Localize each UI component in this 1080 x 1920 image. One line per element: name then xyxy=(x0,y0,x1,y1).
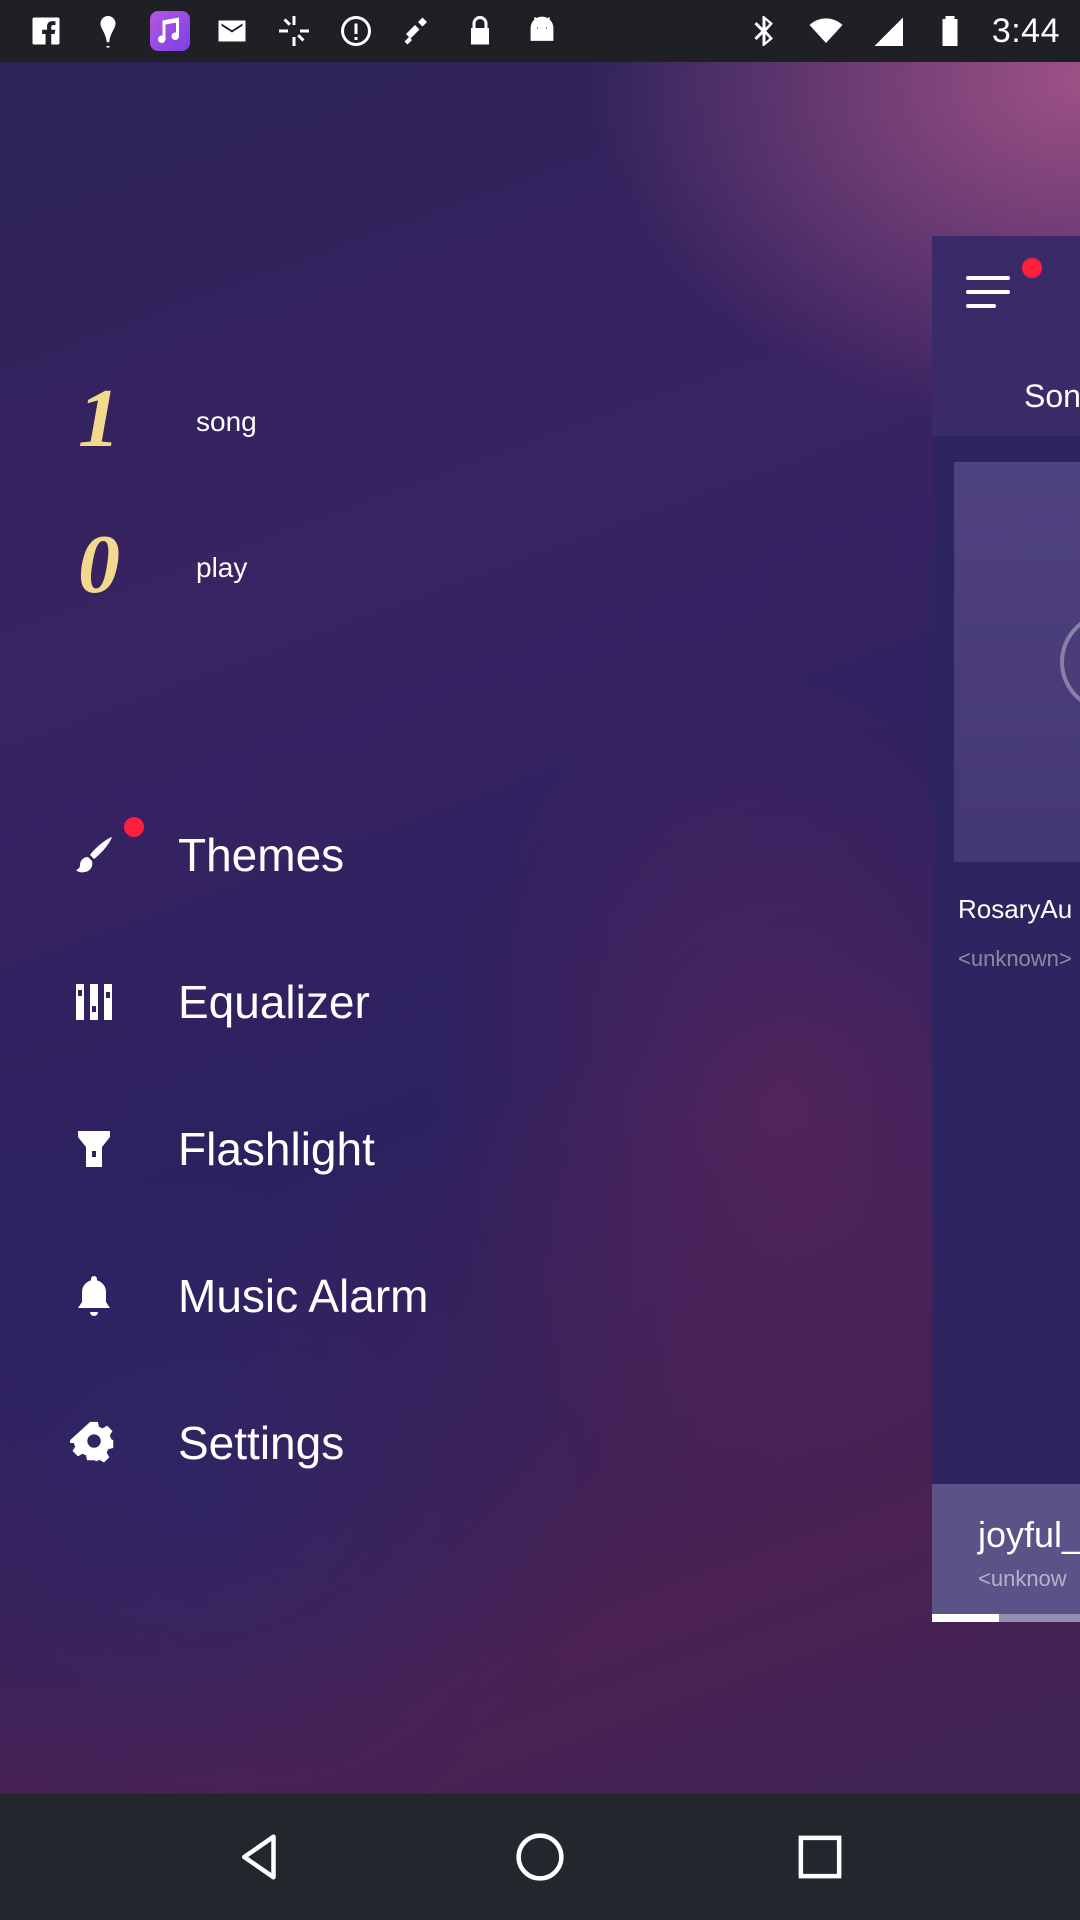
flashlight-icon xyxy=(66,1121,122,1177)
menu-item-label: Music Alarm xyxy=(178,1270,429,1322)
menu-item-equalizer[interactable]: Equalizer xyxy=(66,952,866,1052)
stat-songs-value: 1 xyxy=(78,372,120,465)
disc-icon xyxy=(1060,612,1080,712)
recents-button[interactable] xyxy=(780,1817,860,1897)
menu-item-label: Themes xyxy=(178,829,345,881)
back-button[interactable] xyxy=(220,1817,300,1897)
status-bar: 3:44 xyxy=(0,0,1080,62)
mini-player-title: joyful_ xyxy=(978,1514,1080,1555)
menu-item-label: Equalizer xyxy=(178,976,370,1028)
back-triangle-icon xyxy=(242,1834,276,1880)
mini-player[interactable]: joyful_ <unknow xyxy=(932,1484,1080,1622)
paintbrush-icon xyxy=(66,817,144,883)
menu-badge xyxy=(1022,258,1042,278)
status-notification-icons xyxy=(26,11,562,51)
menu-item-settings[interactable]: Settings xyxy=(66,1393,866,1493)
mail-icon xyxy=(212,11,252,51)
music-app-icon xyxy=(150,11,190,51)
navigation-bar xyxy=(0,1794,1080,1920)
playback-progress-fill xyxy=(932,1614,999,1622)
status-time: 3:44 xyxy=(991,11,1060,50)
menu-item-flashlight[interactable]: Flashlight xyxy=(66,1099,866,1199)
album-art[interactable] xyxy=(954,462,1080,862)
gear-icon xyxy=(66,1415,122,1471)
stat-songs-label: song xyxy=(196,405,257,437)
menu-item-label: Flashlight xyxy=(178,1123,375,1175)
wifi-icon xyxy=(806,11,846,51)
equalizer-icon xyxy=(66,974,122,1030)
recents-square-icon xyxy=(798,1835,842,1879)
hamburger-menu-icon[interactable] xyxy=(966,276,1016,320)
song-artist: <unknown> xyxy=(958,946,1072,971)
menu-item-label: Settings xyxy=(178,1417,345,1469)
menu-item-themes[interactable]: Themes xyxy=(66,805,866,905)
home-button[interactable] xyxy=(500,1817,580,1897)
mini-player-artist: <unknow xyxy=(978,1566,1067,1591)
menu-item-music-alarm[interactable]: Music Alarm xyxy=(66,1246,866,1346)
themes-badge xyxy=(124,817,144,837)
stat-songs: 1 song xyxy=(78,370,257,467)
android-icon xyxy=(522,11,562,51)
stat-plays-label: play xyxy=(196,551,248,583)
info-icon xyxy=(336,11,376,51)
playback-progress[interactable] xyxy=(932,1614,1080,1622)
song-title[interactable]: RosaryAu xyxy=(958,894,1072,925)
lock-icon xyxy=(460,11,500,51)
battery-icon xyxy=(930,11,970,51)
facebook-icon xyxy=(26,11,66,51)
signal-icon xyxy=(868,11,908,51)
stat-plays: 0 play xyxy=(78,516,247,613)
location-pin-icon xyxy=(88,11,128,51)
bell-icon xyxy=(66,1268,122,1324)
fake-gps-icon xyxy=(398,11,438,51)
stat-plays-value: 0 xyxy=(78,518,120,611)
status-system-icons: 3:44 xyxy=(744,11,1060,51)
main-screen-peek[interactable]: Son RosaryAu <unknown> joyful_ <unknow xyxy=(932,236,1080,1622)
main-header: Son xyxy=(932,236,1080,436)
home-circle-icon xyxy=(516,1833,564,1881)
sync-icon xyxy=(274,11,314,51)
bluetooth-icon xyxy=(744,11,784,51)
tab-songs[interactable]: Son xyxy=(1024,378,1080,415)
